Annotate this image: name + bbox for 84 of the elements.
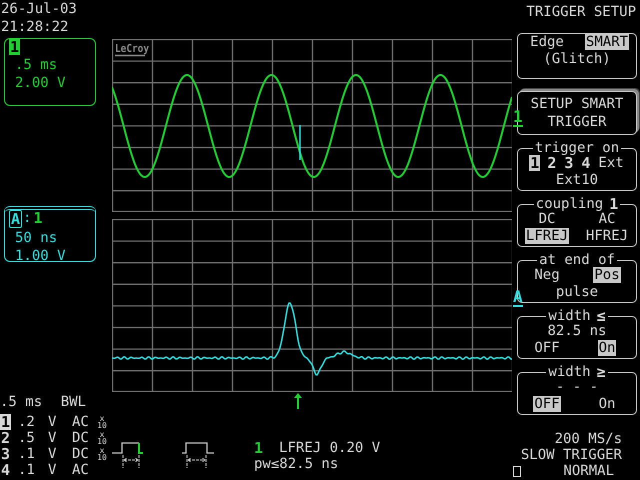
coupling-label: DC xyxy=(72,446,89,462)
sample-rate: 200 MS/s xyxy=(554,431,622,447)
trace-box[interactable]: A :1 50 ns 1.00 V xyxy=(4,206,96,262)
menu-option[interactable]: HFREJ xyxy=(584,228,630,244)
pulse-width-icon xyxy=(182,440,216,469)
panel-value: - - - xyxy=(556,379,598,395)
menu-option[interactable]: Neg xyxy=(533,267,561,283)
volts-label: 2.00 V xyxy=(15,75,66,91)
probe-mark: x xyxy=(100,431,104,438)
panel-title: width xyxy=(548,309,591,323)
menu-option[interactable]: OFF xyxy=(533,396,561,412)
panel-title: coupling xyxy=(536,197,604,211)
menu-option[interactable]: 4 xyxy=(580,155,592,171)
trace-badge: A xyxy=(9,210,22,228)
menu-panel[interactable]: trigger on 1 2 3 4 Ext Ext10 xyxy=(517,141,637,191)
unit-label: V xyxy=(48,430,56,446)
volts-label: 1.00 V xyxy=(15,248,66,264)
menu-panel[interactable]: width ≥ - - - OFF On xyxy=(517,365,637,415)
trigger-channel: 1 xyxy=(254,440,264,456)
menu-option[interactable]: OFF xyxy=(533,340,561,356)
volts-value: .2 xyxy=(18,414,35,430)
menu-option[interactable]: pulse xyxy=(554,284,600,300)
unit-label: V xyxy=(48,462,56,478)
panel-title: width xyxy=(548,365,591,379)
menu-option[interactable]: DC xyxy=(538,211,556,227)
menu-panel[interactable]: Edge SMART (Glitch) xyxy=(517,33,637,79)
unit-label: V xyxy=(48,414,56,430)
menu-panel[interactable]: coupling 1 DC AC LFREJ HFREJ xyxy=(517,197,637,247)
channel-badge: 1 xyxy=(9,39,20,55)
probe-factor: 10 xyxy=(97,422,107,429)
logo: LeCroy xyxy=(114,40,155,60)
trigger-arrow-icon xyxy=(294,393,302,409)
volts-value: .1 xyxy=(18,446,35,462)
volts-value: .1 xyxy=(18,462,35,478)
timebase-label: 50 ns xyxy=(15,230,58,246)
trigger-marker xyxy=(299,125,301,160)
menu-option[interactable]: 3 xyxy=(563,155,574,171)
menu-title: TRIGGER SETUP xyxy=(526,4,636,20)
panel-value: 82.5 ns xyxy=(547,323,606,339)
channel-number[interactable]: 2 xyxy=(0,430,12,446)
coupling-label: DC xyxy=(72,430,89,446)
status-square-icon xyxy=(513,466,521,476)
time-label: 21:28:22 xyxy=(0,18,68,36)
menu-option[interactable]: Ext xyxy=(597,155,625,171)
volts-value: .5 xyxy=(18,430,35,446)
coupling-label: AC xyxy=(72,462,89,478)
menu-option[interactable]: AC xyxy=(598,211,616,227)
panel-title: trigger on xyxy=(534,141,620,155)
trigger-setting: LFREJ 0.20 V xyxy=(279,440,380,456)
menu-option[interactable]: 2 xyxy=(546,155,558,171)
menu-option[interactable]: 1 xyxy=(529,155,540,171)
menu-option[interactable]: Edge xyxy=(529,34,565,50)
source-label: 1 xyxy=(32,210,44,226)
timebase-label: .5 ms xyxy=(15,57,58,73)
date-label: 26-Jul-03 xyxy=(0,0,77,18)
probe-mark: x xyxy=(100,447,104,454)
trace-box[interactable]: 1 .5 ms 2.00 V xyxy=(4,38,96,106)
trigger-mode: SLOW TRIGGER xyxy=(520,447,622,463)
menu-option[interactable]: SMART xyxy=(584,34,630,50)
menu-option[interactable]: (Glitch) xyxy=(542,51,612,67)
menu-option[interactable]: LFREJ xyxy=(524,228,570,244)
channel-number[interactable]: 1 xyxy=(0,414,12,430)
menu-option[interactable]: Ext10 xyxy=(554,172,600,188)
pulse-width-icon xyxy=(112,440,146,469)
unit-label: V xyxy=(48,446,56,462)
panel-title-mark: ≤ xyxy=(596,309,606,323)
panel-title-mark: ≥ xyxy=(596,365,606,379)
channel-number[interactable]: 3 xyxy=(0,446,12,462)
panel-title: at end of xyxy=(539,253,615,267)
probe-mark: x xyxy=(100,415,104,422)
probe-factor: 10 xyxy=(97,454,107,461)
timebase-label: .5 ms xyxy=(0,394,42,412)
menu-option[interactable]: On xyxy=(598,340,616,356)
bandwidth-label: BWL xyxy=(60,394,86,412)
coupling-label: AC xyxy=(72,414,89,430)
menu-option[interactable]: On xyxy=(598,396,616,412)
acquisition-mode: NORMAL xyxy=(563,463,614,479)
trigger-condition: pw≤82.5 ns xyxy=(254,456,340,472)
probe-factor: 10 xyxy=(97,438,107,445)
menu-panel[interactable]: width ≤ 82.5 ns OFF On xyxy=(517,309,637,359)
panel-title-mark: 1 xyxy=(609,197,618,211)
separator-label: : xyxy=(23,210,32,226)
channel-number[interactable]: 4 xyxy=(0,462,12,478)
menu-option[interactable]: Pos xyxy=(593,267,621,283)
